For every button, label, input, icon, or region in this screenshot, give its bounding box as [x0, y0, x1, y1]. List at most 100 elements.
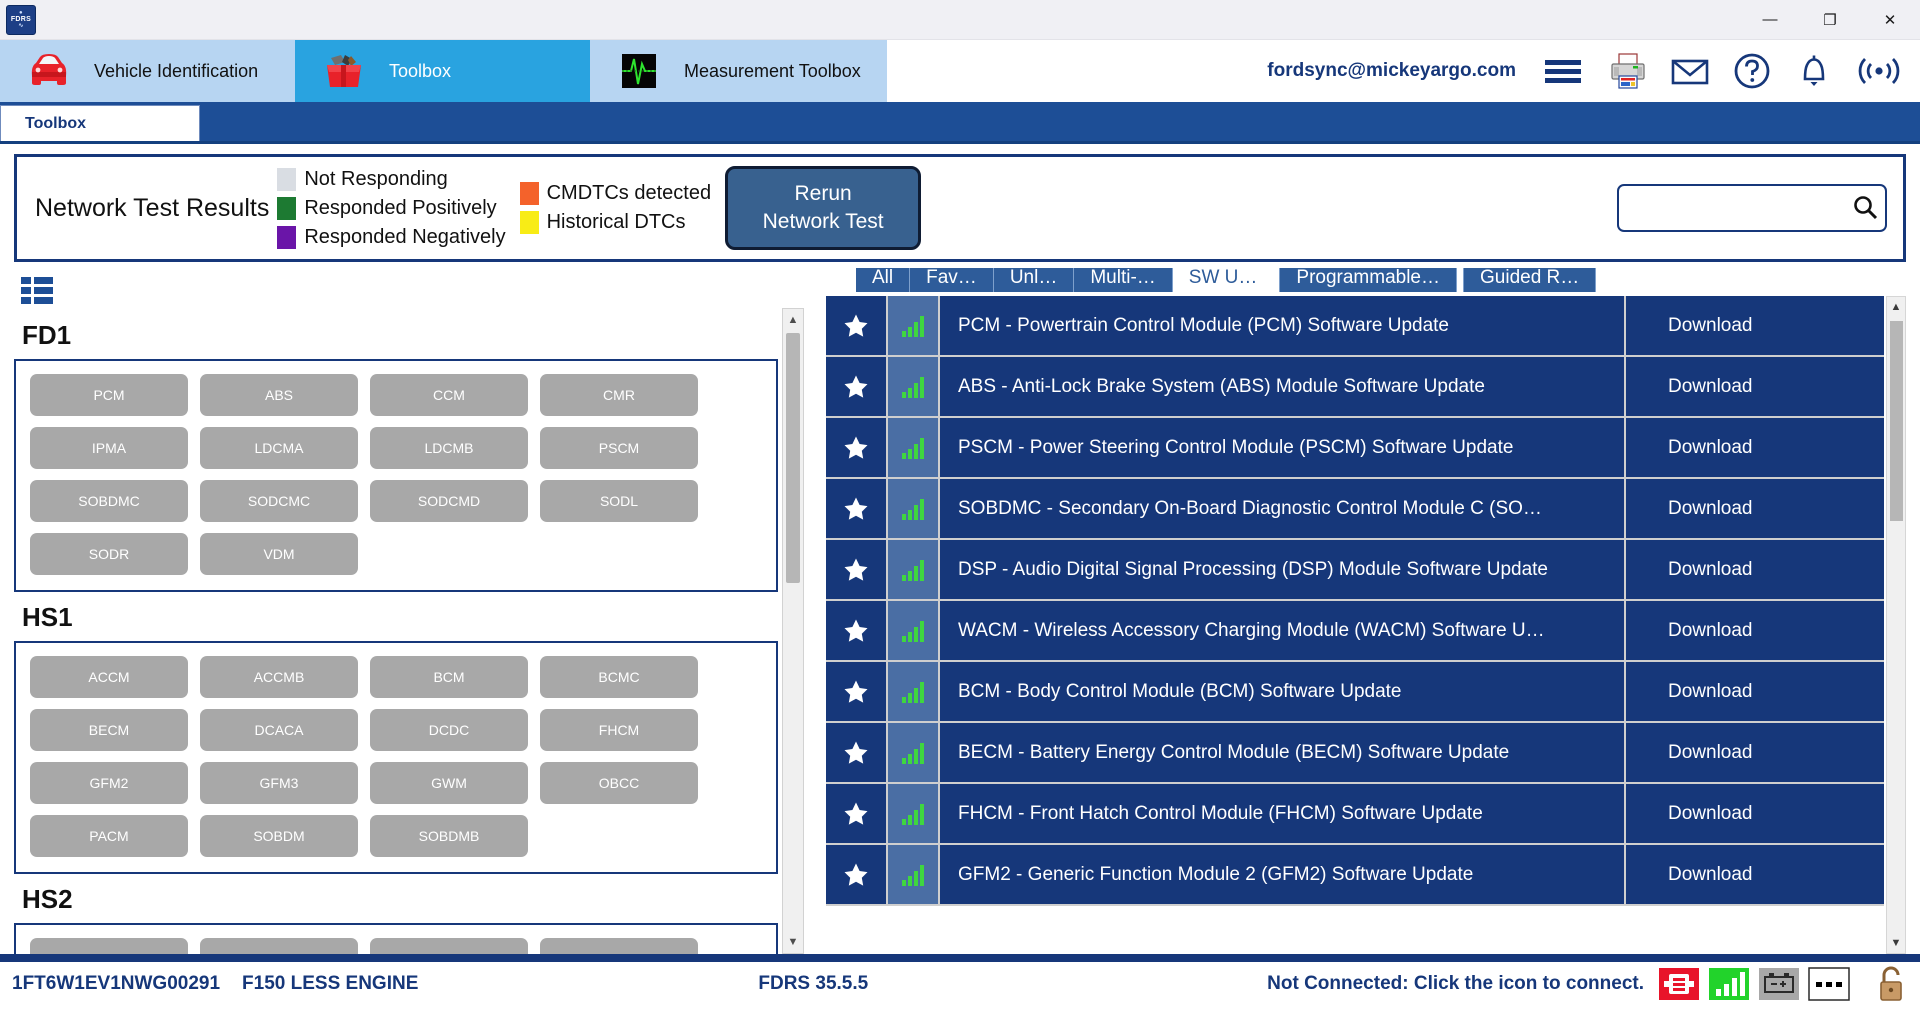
favorite-cell[interactable] — [826, 296, 888, 355]
module-chip[interactable]: ACCM — [30, 656, 188, 698]
grid-view-icon[interactable] — [20, 276, 54, 306]
filter-tab-unlisted[interactable]: Unl… — [993, 268, 1075, 292]
table-row[interactable]: PSCM - Power Steering Control Module (PS… — [826, 418, 1884, 479]
module-chip[interactable]: SODL — [540, 480, 698, 522]
star-icon[interactable] — [843, 435, 869, 461]
signal-strength-icon[interactable] — [1708, 967, 1750, 1001]
module-chip[interactable]: OCSM — [370, 938, 528, 954]
minimize-button[interactable]: — — [1740, 0, 1800, 39]
module-chip[interactable]: BCM — [370, 656, 528, 698]
unlock-icon[interactable] — [1874, 965, 1908, 1003]
module-chip[interactable]: IPMA — [30, 427, 188, 469]
table-row[interactable]: ABS - Anti-Lock Brake System (ABS) Modul… — [826, 357, 1884, 418]
scrollbar-thumb[interactable] — [1889, 321, 1903, 521]
module-chip[interactable]: DCACA — [200, 709, 358, 751]
scroll-down-arrow[interactable]: ▼ — [783, 931, 803, 953]
module-chip[interactable]: ABS — [200, 374, 358, 416]
results-scrollbar[interactable]: ▲ ▼ — [1886, 296, 1906, 954]
close-button[interactable]: ✕ — [1860, 0, 1920, 39]
star-icon[interactable] — [843, 496, 869, 522]
module-chip[interactable]: SODCMD — [370, 480, 528, 522]
rerun-network-test-button[interactable]: Rerun Network Test — [725, 166, 922, 250]
favorite-cell[interactable] — [826, 784, 888, 843]
module-chip[interactable]: LDCMA — [200, 427, 358, 469]
favorite-cell[interactable] — [826, 357, 888, 416]
star-icon[interactable] — [843, 374, 869, 400]
module-chip[interactable]: GFM3 — [200, 762, 358, 804]
star-icon[interactable] — [843, 679, 869, 705]
module-chip[interactable]: SOBDM — [200, 815, 358, 857]
module-chip[interactable]: GSM — [30, 938, 188, 954]
download-link[interactable]: Download — [1626, 601, 1884, 660]
vci-disconnected-icon[interactable] — [1658, 967, 1700, 1001]
module-chip[interactable]: SOBDMB — [370, 815, 528, 857]
scrollbar-track[interactable] — [783, 585, 803, 931]
table-row[interactable]: GFM2 - Generic Function Module 2 (GFM2) … — [826, 845, 1884, 906]
nav-tab-toolbox[interactable]: Toolbox — [295, 40, 590, 102]
favorite-cell[interactable] — [826, 723, 888, 782]
help-icon[interactable] — [1732, 51, 1772, 91]
download-link[interactable]: Download — [1626, 662, 1884, 721]
download-link[interactable]: Download — [1626, 540, 1884, 599]
nav-tab-vehicle-identification[interactable]: Vehicle Identification — [0, 40, 295, 102]
module-chip[interactable]: RCM — [540, 938, 698, 954]
star-icon[interactable] — [843, 313, 869, 339]
module-chip[interactable]: SODR — [30, 533, 188, 575]
dash-status-icon[interactable] — [1808, 967, 1850, 1001]
module-chip[interactable]: GFM2 — [30, 762, 188, 804]
filter-tab-favorites[interactable]: Fav… — [910, 268, 994, 292]
mail-icon[interactable] — [1670, 51, 1710, 91]
filter-tab-guided-routines[interactable]: Guided R… — [1463, 268, 1597, 292]
star-icon[interactable] — [843, 618, 869, 644]
sub-tab-toolbox[interactable]: Toolbox — [0, 105, 200, 141]
module-chip[interactable]: PSCM — [540, 427, 698, 469]
module-chip[interactable]: VDM — [200, 533, 358, 575]
module-chip[interactable]: BCMC — [540, 656, 698, 698]
star-icon[interactable] — [843, 557, 869, 583]
favorite-cell[interactable] — [826, 479, 888, 538]
hamburger-menu-icon[interactable] — [1540, 51, 1586, 91]
download-link[interactable]: Download — [1626, 296, 1884, 355]
module-chip[interactable]: OBCC — [540, 762, 698, 804]
table-row[interactable]: SOBDMC - Secondary On-Board Diagnostic C… — [826, 479, 1884, 540]
bell-icon[interactable] — [1794, 51, 1834, 91]
star-icon[interactable] — [843, 862, 869, 888]
table-row[interactable]: FHCM - Front Hatch Control Module (FHCM)… — [826, 784, 1884, 845]
module-chip[interactable]: FHCM — [540, 709, 698, 751]
table-row[interactable]: WACM - Wireless Accessory Charging Modul… — [826, 601, 1884, 662]
module-chip[interactable]: SODCMC — [200, 480, 358, 522]
module-chip[interactable]: HCM — [200, 938, 358, 954]
module-chip[interactable]: SOBDMC — [30, 480, 188, 522]
module-chip[interactable]: PACM — [30, 815, 188, 857]
scroll-down-arrow[interactable]: ▼ — [1887, 933, 1905, 953]
module-chip[interactable]: GWM — [370, 762, 528, 804]
module-chip[interactable]: DCDC — [370, 709, 528, 751]
filter-tab-multi[interactable]: Multi-… — [1074, 268, 1173, 292]
star-icon[interactable] — [843, 740, 869, 766]
favorite-cell[interactable] — [826, 601, 888, 660]
search-box[interactable] — [1617, 184, 1887, 232]
network-modules-scrollbar[interactable]: ▲ ▼ — [782, 308, 804, 954]
filter-tab-sw-update[interactable]: SW U… — [1172, 268, 1274, 292]
scroll-up-arrow[interactable]: ▲ — [1887, 297, 1905, 317]
battery-icon[interactable] — [1758, 967, 1800, 1001]
scroll-up-arrow[interactable]: ▲ — [783, 309, 803, 331]
module-chip[interactable]: LDCMB — [370, 427, 528, 469]
printer-icon[interactable] — [1608, 51, 1648, 91]
download-link[interactable]: Download — [1626, 357, 1884, 416]
search-input[interactable] — [1619, 199, 1850, 217]
download-link[interactable]: Download — [1626, 723, 1884, 782]
star-icon[interactable] — [843, 801, 869, 827]
download-link[interactable]: Download — [1626, 784, 1884, 843]
module-chip[interactable]: PCM — [30, 374, 188, 416]
maximize-button[interactable]: ❐ — [1800, 0, 1860, 39]
filter-tab-programmable[interactable]: Programmable… — [1279, 268, 1457, 292]
favorite-cell[interactable] — [826, 540, 888, 599]
favorite-cell[interactable] — [826, 845, 888, 904]
search-icon[interactable] — [1850, 193, 1880, 223]
table-row[interactable]: BECM - Battery Energy Control Module (BE… — [826, 723, 1884, 784]
filter-tab-all[interactable]: All — [856, 268, 911, 292]
module-chip[interactable]: ACCMB — [200, 656, 358, 698]
download-link[interactable]: Download — [1626, 479, 1884, 538]
module-chip[interactable]: BECM — [30, 709, 188, 751]
